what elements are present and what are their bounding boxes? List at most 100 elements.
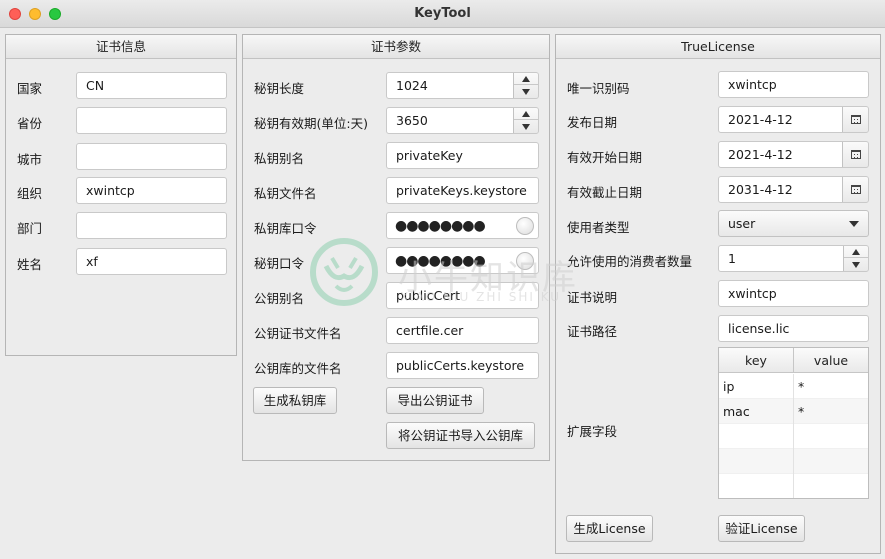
user-type-select[interactable]: user — [718, 210, 869, 237]
table-cell-empty — [794, 474, 868, 498]
export-public-cert-button[interactable]: 导出公钥证书 — [386, 387, 484, 414]
issue-date-picker[interactable]: 2021-4-12 — [718, 106, 869, 133]
table-cell-empty — [794, 424, 868, 449]
name-label: 姓名 — [17, 257, 43, 272]
generate-license-button[interactable]: 生成License — [566, 515, 653, 542]
table-header: key value — [719, 348, 868, 373]
calendar-button[interactable] — [842, 177, 868, 202]
import-cert-to-keystore-button[interactable]: 将公钥证书导入公钥库 — [386, 422, 535, 449]
city-label: 城市 — [17, 152, 43, 167]
public-cert-file-label: 公钥证书文件名 — [254, 326, 342, 341]
reveal-password-icon[interactable] — [516, 217, 534, 235]
up-down-arrows-icon[interactable] — [843, 246, 868, 271]
calendar-icon — [851, 150, 861, 159]
validity-label: 秘钥有效期(单位:天) — [254, 116, 368, 131]
private-store-pwd-label: 私钥库口令 — [254, 221, 317, 236]
password-dots: ●●●●●●●● — [395, 218, 486, 234]
validity-spinner[interactable]: 3650 — [386, 107, 539, 134]
valid-start-label: 有效开始日期 — [567, 150, 643, 165]
province-label: 省份 — [17, 116, 43, 131]
increment-button[interactable] — [514, 73, 538, 85]
table-cell-key[interactable]: ip — [719, 374, 794, 399]
generate-private-keystore-button[interactable]: 生成私钥库 — [253, 387, 337, 414]
user-type-value: user — [728, 216, 756, 231]
country-field[interactable]: CN — [76, 72, 227, 99]
decrement-button[interactable] — [514, 86, 538, 98]
increment-button[interactable] — [844, 246, 868, 258]
calendar-button[interactable] — [842, 142, 868, 167]
issue-date-value: 2021-4-12 — [728, 112, 793, 127]
table-cell-empty — [719, 474, 794, 498]
window-title: KeyTool — [414, 6, 471, 21]
organization-field[interactable]: xwintcp — [76, 177, 227, 204]
public-store-file-label: 公钥库的文件名 — [254, 361, 342, 376]
public-alias-label: 公钥别名 — [254, 291, 305, 306]
public-cert-file-field[interactable]: certfile.cer — [386, 317, 539, 344]
validity-value: 3650 — [396, 113, 428, 128]
up-down-arrows-icon[interactable] — [513, 108, 538, 133]
name-field[interactable]: xf — [76, 248, 227, 275]
table-row-empty — [719, 424, 868, 449]
path-field[interactable]: license.lic — [718, 315, 869, 342]
valid-end-date-picker[interactable]: 2031-4-12 — [718, 176, 869, 203]
cert-params-panel: 证书参数 秘钥长度 1024 秘钥有效期(单位:天) 3650 私钥别名 pri… — [242, 34, 550, 461]
valid-end-label: 有效截止日期 — [567, 185, 643, 200]
province-field[interactable] — [76, 107, 227, 134]
calendar-button[interactable] — [842, 107, 868, 132]
unique-id-label: 唯一识别码 — [567, 81, 630, 96]
table-cell-empty — [719, 424, 794, 449]
title-bar: KeyTool — [0, 0, 885, 28]
consumer-count-label: 允许使用的消费者数量 — [567, 254, 693, 269]
up-down-arrows-icon[interactable] — [513, 73, 538, 98]
key-pwd-label: 秘钥口令 — [254, 256, 305, 271]
private-alias-field[interactable]: privateKey — [386, 142, 539, 169]
public-store-file-field[interactable]: publicCerts.keystore — [386, 352, 539, 379]
issue-date-label: 发布日期 — [567, 115, 618, 130]
ext-fields-label: 扩展字段 — [567, 424, 618, 439]
table-cell-value[interactable]: * — [794, 374, 868, 399]
reveal-password-icon[interactable] — [516, 252, 534, 270]
cert-params-title: 证书参数 — [243, 35, 549, 59]
consumer-count-value: 1 — [728, 251, 736, 266]
department-label: 部门 — [17, 221, 43, 236]
description-label: 证书说明 — [567, 290, 618, 305]
private-alias-label: 私钥别名 — [254, 151, 305, 166]
valid-start-value: 2021-4-12 — [728, 147, 793, 162]
valid-start-date-picker[interactable]: 2021-4-12 — [718, 141, 869, 168]
key-length-spinner[interactable]: 1024 — [386, 72, 539, 99]
verify-license-button[interactable]: 验证License — [718, 515, 805, 542]
public-alias-field[interactable]: publicCert — [386, 282, 539, 309]
password-dots: ●●●●●●●● — [395, 253, 486, 269]
truelicense-title: TrueLicense — [556, 35, 880, 59]
table-cell-empty — [794, 449, 868, 474]
description-field[interactable]: xwintcp — [718, 280, 869, 307]
calendar-icon — [851, 115, 861, 124]
decrement-button[interactable] — [514, 121, 538, 133]
table-cell-value[interactable]: * — [794, 399, 868, 424]
cert-info-panel: 证书信息 国家 CN 省份 城市 组织 xwintcp 部门 姓名 xf — [5, 34, 237, 356]
unique-id-field[interactable]: xwintcp — [718, 71, 869, 98]
column-header-key[interactable]: key — [719, 348, 794, 373]
table-row-empty — [719, 474, 868, 498]
department-field[interactable] — [76, 212, 227, 239]
table-row-empty — [719, 449, 868, 474]
table-row[interactable]: mac * — [719, 399, 868, 424]
organization-label: 组织 — [17, 186, 43, 201]
key-pwd-field[interactable]: ●●●●●●●● — [386, 247, 539, 274]
ext-fields-table[interactable]: key value ip * mac * — [718, 347, 869, 499]
consumer-count-spinner[interactable]: 1 — [718, 245, 869, 272]
decrement-button[interactable] — [844, 259, 868, 271]
private-file-field[interactable]: privateKeys.keystore — [386, 177, 539, 204]
increment-button[interactable] — [514, 108, 538, 120]
key-length-label: 秘钥长度 — [254, 81, 305, 96]
calendar-icon — [851, 185, 861, 194]
column-header-value[interactable]: value — [794, 348, 868, 373]
table-cell-key[interactable]: mac — [719, 399, 794, 424]
private-store-pwd-field[interactable]: ●●●●●●●● — [386, 212, 539, 239]
city-field[interactable] — [76, 143, 227, 170]
chevron-down-icon — [849, 221, 859, 227]
truelicense-panel: TrueLicense 唯一识别码 xwintcp 发布日期 2021-4-12… — [555, 34, 881, 554]
table-row[interactable]: ip * — [719, 374, 868, 399]
private-file-label: 私钥文件名 — [254, 186, 317, 201]
user-type-label: 使用者类型 — [567, 220, 630, 235]
